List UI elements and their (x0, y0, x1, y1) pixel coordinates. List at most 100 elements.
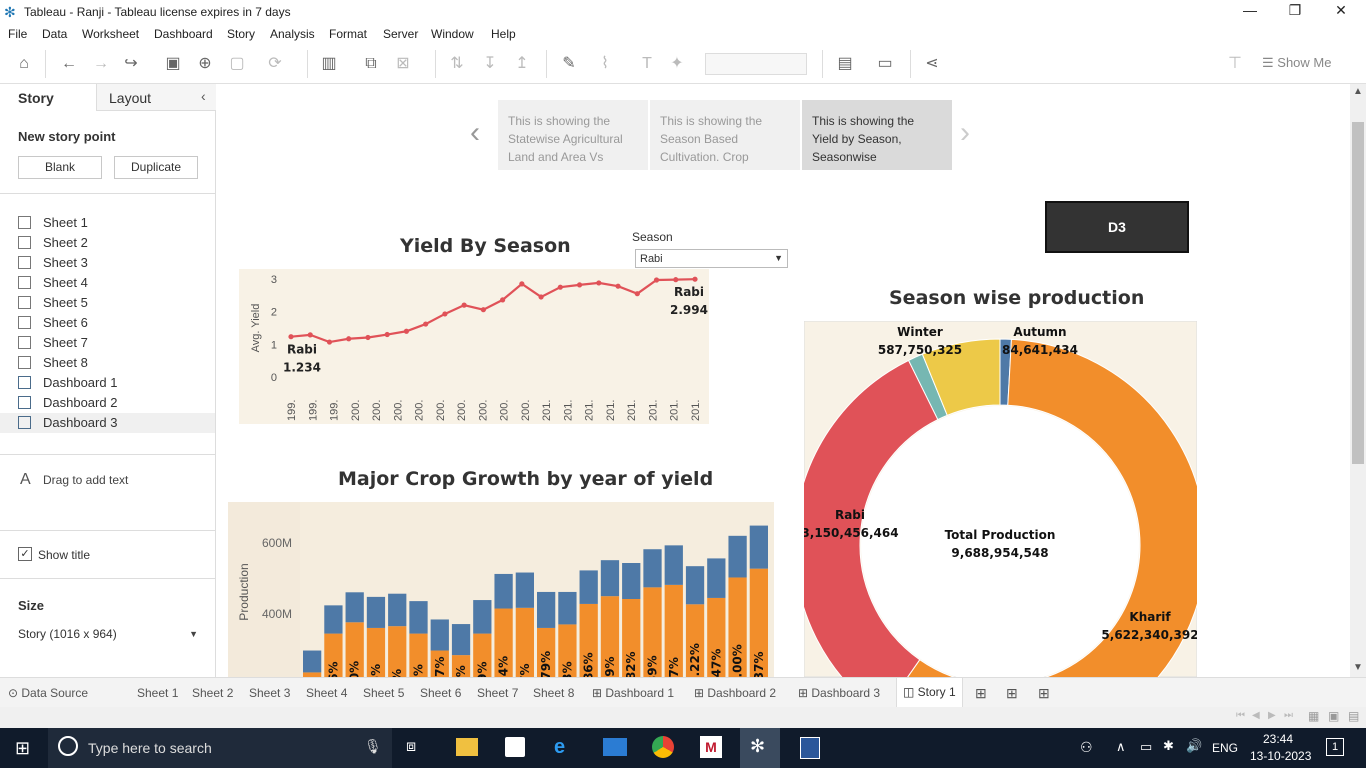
next-story-point-arrow-icon[interactable]: › (960, 116, 970, 150)
notification-icon[interactable]: 1 (1326, 738, 1344, 756)
tab-sheet-8[interactable]: Sheet 8 (533, 682, 574, 704)
text-label-icon[interactable]: T (636, 54, 658, 74)
menu-server[interactable]: Server (383, 27, 418, 41)
tab-layout[interactable]: Layout ‹ (96, 84, 216, 111)
task-view-icon[interactable]: ⧈ (406, 738, 416, 756)
sheet-item[interactable]: Sheet 5 (18, 293, 216, 313)
sheet-item[interactable]: Sheet 6 (18, 313, 216, 333)
pause-icon[interactable]: ▢ (226, 54, 248, 74)
maximize-button[interactable]: ❐ (1280, 2, 1310, 19)
show-me-button[interactable]: ☰ Show Me (1262, 55, 1331, 71)
dashboard-item-selected[interactable]: Dashboard 3 (0, 413, 215, 433)
wifi-icon[interactable]: ✱ (1163, 738, 1174, 754)
menu-format[interactable]: Format (329, 27, 367, 41)
sheet-item[interactable]: Sheet 3 (18, 253, 216, 273)
tableau-taskbar-icon[interactable]: ✻ (740, 728, 780, 768)
menu-window[interactable]: Window (431, 27, 474, 41)
tab-sheet-1[interactable]: Sheet 1 (137, 682, 178, 704)
file-explorer-icon[interactable] (456, 738, 478, 756)
vertical-scrollbar[interactable]: ▲ ▼ (1350, 84, 1366, 677)
menu-story[interactable]: Story (227, 27, 255, 41)
people-icon[interactable]: ⚇ (1080, 739, 1093, 756)
crop-growth-chart[interactable]: 400M 600M Production 32.56% 12.80% -1.65% 0.13… (228, 502, 774, 677)
home-icon[interactable]: ⌂ (13, 54, 35, 74)
tab-sheet-4[interactable]: Sheet 4 (306, 682, 347, 704)
size-dropdown[interactable]: Story (1016 x 964) ▼ (18, 627, 200, 647)
sheet-item[interactable]: Sheet 2 (18, 233, 216, 253)
windows-start-icon[interactable]: ⊞ (15, 738, 30, 759)
tab-sheet-6[interactable]: Sheet 6 (420, 682, 461, 704)
word-icon[interactable] (800, 737, 820, 759)
menu-worksheet[interactable]: Worksheet (82, 27, 139, 41)
first-page-icon[interactable]: ⏮ (1236, 710, 1245, 721)
drag-to-add-text[interactable]: Drag to add text (43, 473, 128, 487)
tab-story-1-active[interactable]: ◫ Story 1 (896, 678, 963, 707)
format-paint-icon[interactable]: ⊤ (1224, 54, 1246, 74)
grid-view-icon[interactable]: ▦ (1308, 709, 1319, 723)
collapse-chevron-icon[interactable]: ‹ (201, 88, 206, 104)
tab-sheet-5[interactable]: Sheet 5 (363, 682, 404, 704)
story-point-1[interactable]: This is showing the Statewise Agricultur… (498, 100, 648, 170)
tab-dashboard-2[interactable]: ⊞ Dashboard 2 (694, 682, 776, 704)
taskbar-search-box[interactable]: Type here to search 🎙 (48, 728, 392, 768)
minimize-button[interactable]: — (1235, 2, 1265, 18)
clear-sheet-icon[interactable]: ⊠ (392, 54, 414, 74)
sort-descending-icon[interactable]: ↥ (511, 54, 533, 74)
scroll-up-arrow-icon[interactable]: ▲ (1353, 86, 1363, 97)
tab-dashboard-1[interactable]: ⊞ Dashboard 1 (592, 682, 674, 704)
scroll-thumb[interactable] (1352, 122, 1364, 464)
sheet-item[interactable]: Sheet 4 (18, 273, 216, 293)
sheet-item[interactable]: Sheet 1 (18, 213, 216, 233)
show-cards-icon[interactable]: ▤ (834, 54, 856, 74)
share-icon[interactable]: ⋖ (921, 54, 943, 74)
attach-icon[interactable]: ⌇ (594, 54, 616, 74)
new-data-source-icon[interactable]: ⊕ (194, 54, 216, 74)
volume-icon[interactable]: 🔊 (1186, 738, 1202, 754)
sheet-item[interactable]: Sheet 8 (18, 353, 216, 373)
new-sheet-icon[interactable]: ▥ (318, 54, 340, 74)
tab-sheet-7[interactable]: Sheet 7 (477, 682, 518, 704)
edge-browser-icon[interactable]: e (554, 736, 565, 759)
season-production-chart[interactable]: Total Production 9,688,954,548 Autumn 84,64… (804, 321, 1197, 677)
duplicate-sheet-icon[interactable]: ⧉ (360, 54, 382, 74)
list-view-icon[interactable]: ▣ (1328, 709, 1339, 723)
yield-by-season-chart[interactable]: 0 1 2 3 Avg. Yield 199. 199. 199. 200. 200. 200. 20… (239, 269, 709, 424)
blank-button[interactable]: Blank (18, 156, 102, 179)
fit-dropdown[interactable] (705, 53, 807, 75)
microsoft-store-icon[interactable] (505, 737, 525, 757)
duplicate-button[interactable]: Duplicate (114, 156, 198, 179)
new-worksheet-icon[interactable]: ⊞ (975, 682, 987, 704)
story-point-2[interactable]: This is showing the Season Based Cultiva… (650, 100, 800, 170)
close-button[interactable]: ✕ (1326, 2, 1356, 19)
redo-icon[interactable]: → (90, 54, 112, 74)
filmstrip-view-icon[interactable]: ▤ (1348, 709, 1359, 723)
app-icon[interactable]: M (700, 736, 722, 758)
tab-dashboard-3[interactable]: ⊞ Dashboard 3 (798, 682, 880, 704)
new-story-icon[interactable]: ⊞ (1038, 682, 1050, 704)
sort-ascending-icon[interactable]: ↧ (479, 54, 501, 74)
dashboard-item[interactable]: Dashboard 1 (18, 373, 216, 393)
highlight-icon[interactable]: ✎ (558, 54, 580, 74)
menu-analysis[interactable]: Analysis (270, 27, 315, 41)
menu-dashboard[interactable]: Dashboard (154, 27, 213, 41)
new-dashboard-icon[interactable]: ⊞ (1006, 682, 1018, 704)
language-indicator[interactable]: ENG (1212, 741, 1238, 755)
dashboard-item[interactable]: Dashboard 2 (18, 393, 216, 413)
menu-help[interactable]: Help (491, 27, 516, 41)
tab-sheet-3[interactable]: Sheet 3 (249, 682, 290, 704)
prev-page-icon[interactable]: ◀ (1252, 710, 1260, 721)
clock-date[interactable]: 13-10-2023 (1250, 749, 1311, 763)
presentation-icon[interactable]: ▭ (874, 54, 896, 74)
prev-story-point-arrow-icon[interactable]: ‹ (470, 116, 480, 150)
battery-icon[interactable]: ▭ (1140, 739, 1152, 755)
undo-icon[interactable]: ← (58, 54, 80, 74)
swap-icon[interactable]: ⇅ (446, 54, 468, 74)
show-title-checkbox[interactable]: ✓ (18, 547, 32, 561)
tab-story[interactable]: Story (0, 84, 96, 111)
save-icon[interactable]: ▣ (162, 54, 184, 74)
chrome-icon[interactable] (652, 736, 674, 758)
scroll-down-arrow-icon[interactable]: ▼ (1353, 662, 1363, 673)
sheet-item[interactable]: Sheet 7 (18, 333, 216, 353)
season-filter-dropdown[interactable]: Rabi ▼ (635, 249, 788, 268)
microphone-icon[interactable]: 🎙 (364, 738, 382, 755)
